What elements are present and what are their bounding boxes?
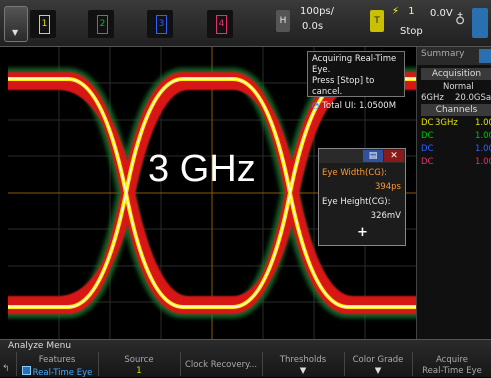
eye-height-value: 326mV	[370, 211, 401, 221]
eye-width-value: 394ps	[374, 182, 401, 192]
channel-row-2-scale: 1.00	[475, 131, 491, 141]
channel-row-3-coupling: DC	[421, 144, 434, 154]
measurement-panel: ▤ ✕ Eye Width(CG): 394ps Eye Height(CG):…	[318, 148, 406, 246]
chevron-down-icon: ▼	[299, 366, 307, 376]
tooltip-line-2: Press [Stop] to cancel.	[312, 76, 375, 97]
color-grade-softkey[interactable]: Color Grade ▼	[344, 352, 411, 376]
acquire-value: Real-Time Eye	[422, 366, 482, 376]
channel-1-button[interactable]: 1	[30, 10, 56, 38]
add-measurement-button[interactable]: +	[357, 225, 368, 240]
thresholds-label: Thresholds	[279, 355, 327, 365]
channel-row-4-coupling: DC	[421, 157, 434, 167]
horizontal-button[interactable]: H	[276, 10, 290, 32]
measurement-menu-icon[interactable]: ▤	[363, 150, 383, 162]
acquisition-mode: Normal	[443, 82, 474, 92]
eye-height-label: Eye Height(CG):	[322, 197, 391, 207]
eye-width-label: Eye Width(CG):	[322, 168, 388, 178]
channel-4-label: 4	[216, 15, 227, 34]
top-toolbar: ▼ 1 2 3 4 H 100ps/ 0.0s T ⚡ 1 Stop 0.0V …	[0, 0, 491, 47]
trigger-edge-icon: ⚡	[392, 6, 400, 17]
bandwidth: 6GHz	[421, 93, 444, 103]
clock-recovery-label: Clock Recovery...	[184, 360, 258, 370]
source-label: Source	[124, 355, 154, 365]
trigger-readout[interactable]: ⚡ 1	[392, 4, 415, 19]
features-softkey[interactable]: Features Real-Time Eye	[16, 352, 97, 378]
tooltip-line-1: Acquiring Real-Time Eye.	[312, 54, 397, 75]
trigger-button[interactable]: T	[370, 10, 384, 32]
analyze-menu: Analyze Menu ↰ Features Real-Time Eye So…	[0, 339, 491, 378]
channel-1-label: 1	[39, 15, 50, 34]
clock-recovery-softkey[interactable]: Clock Recovery...	[180, 352, 261, 376]
channels-header: Channels	[421, 104, 491, 116]
channel-row-1-scale: 1.00	[475, 118, 491, 128]
channel-row-2-coupling: DC	[421, 131, 434, 141]
main-menu-button[interactable]: ▼	[4, 6, 28, 42]
sample-rate: 20.0GSa	[455, 93, 491, 103]
channel-4-button[interactable]: 4	[207, 10, 233, 38]
back-arrow-icon[interactable]: ↰	[2, 364, 10, 374]
channel-row-1-coupling: DC	[421, 118, 434, 128]
tab-summary[interactable]: Summary	[421, 49, 465, 59]
acquisition-tooltip: Acquiring Real-Time Eye. Press [Stop] to…	[307, 51, 405, 111]
channel-2-label: 2	[97, 15, 108, 34]
tooltip-total-ui: Total UI: 1.0500M	[322, 101, 397, 111]
sidebar-toggle-button[interactable]	[472, 8, 488, 38]
timebase-delay: 0.0s	[302, 21, 324, 32]
trigger-level: 0.0V	[430, 8, 453, 19]
features-value: Real-Time Eye	[32, 368, 93, 378]
timebase-scale: 100ps/	[300, 6, 335, 17]
close-icon[interactable]: ✕	[384, 150, 404, 162]
acquire-softkey[interactable]: Acquire Real-Time Eye	[412, 352, 491, 376]
checkbox-icon	[21, 366, 31, 375]
channel-3-label: 3	[156, 15, 167, 34]
timebase-readout[interactable]: 100ps/ 0.0s	[300, 4, 334, 34]
tab-other[interactable]	[479, 49, 491, 63]
channel-row-1-bw: 3GHz	[435, 118, 458, 128]
side-panel: Summary Acquisition Normal 6GHz 20.0GSa …	[416, 47, 491, 339]
color-grade-label: Color Grade	[352, 355, 404, 365]
acquisition-header: Acquisition	[421, 68, 491, 80]
acquire-label: Acquire	[435, 355, 469, 365]
progress-icon: ◔	[312, 101, 320, 111]
features-value-row: Real-Time Eye	[17, 366, 97, 378]
source-value: 1	[136, 366, 142, 376]
source-softkey[interactable]: Source 1	[98, 352, 179, 376]
features-label: Features	[38, 355, 76, 365]
thresholds-softkey[interactable]: Thresholds ▼	[262, 352, 343, 376]
channel-row-3-scale: 1.00	[475, 144, 491, 154]
measurement-header: ▤ ✕	[319, 149, 405, 163]
probe-icon[interactable]: ♁	[455, 12, 467, 32]
side-tabs: Summary	[417, 47, 491, 65]
run-state: Stop	[400, 26, 423, 37]
frequency-annotation: 3 GHz	[148, 148, 256, 190]
channel-row-4-scale: 1.00	[475, 157, 491, 167]
chevron-down-icon: ▼	[374, 366, 382, 376]
channel-3-button[interactable]: 3	[147, 10, 173, 38]
trigger-source: 1	[408, 6, 415, 17]
menu-title: Analyze Menu	[8, 341, 72, 351]
chevron-down-icon: ▼	[12, 28, 19, 37]
channel-2-button[interactable]: 2	[88, 10, 114, 38]
